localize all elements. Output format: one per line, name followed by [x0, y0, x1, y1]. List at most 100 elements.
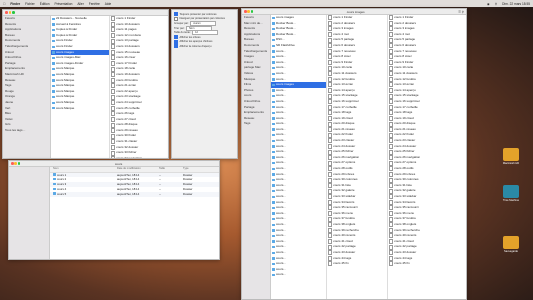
document-icon — [389, 166, 394, 172]
menu-aller[interactable]: Aller — [77, 2, 83, 6]
folder-icon — [272, 262, 275, 266]
folder-icon — [52, 62, 55, 65]
folder-icon — [53, 182, 56, 186]
header-size[interactable]: Taille — [159, 167, 183, 172]
document-icon — [328, 261, 333, 267]
folder-icon — [272, 156, 275, 159]
document-icon — [328, 199, 333, 205]
zoom-button[interactable] — [17, 162, 21, 165]
toolbar-icons[interactable]: ☰ ⚲ — [458, 10, 464, 14]
document-icon — [389, 171, 394, 177]
minimize-button[interactable] — [8, 11, 11, 14]
folder-icon — [272, 217, 275, 221]
document-icon — [389, 32, 394, 38]
document-icon — [111, 38, 116, 44]
drive-icon[interactable] — [503, 236, 519, 249]
folder-icon — [52, 67, 55, 71]
drive-icon[interactable] — [503, 185, 519, 198]
document-icon — [111, 116, 116, 122]
document-icon — [328, 255, 333, 261]
checkbox-preview-column[interactable] — [174, 44, 178, 49]
header-kind[interactable]: Type — [183, 167, 213, 172]
menu-edition[interactable]: Édition — [40, 2, 50, 6]
cell-size: -- — [159, 191, 161, 196]
close-button[interactable] — [11, 162, 14, 165]
folder-icon — [52, 51, 55, 54]
text-size-select[interactable]: 12 — [192, 30, 219, 36]
table-row[interactable]: cours 5 aujourd'hui, 18:14 -- Dossier — [50, 191, 219, 197]
document-icon — [389, 99, 394, 105]
menu-finder[interactable]: Finder — [10, 2, 20, 6]
checkbox-navigate[interactable] — [174, 16, 178, 21]
folder-icon — [272, 27, 275, 31]
document-icon — [328, 71, 333, 77]
checkbox-icon-preview[interactable] — [174, 39, 178, 44]
document-icon — [328, 20, 333, 26]
window-title: cours — [114, 161, 123, 166]
minimize-button[interactable] — [14, 162, 17, 165]
checkbox-columns[interactable] — [174, 12, 178, 17]
document-icon — [111, 44, 116, 50]
wifi-icon[interactable]: ◉ — [487, 2, 490, 6]
document-icon — [111, 33, 116, 39]
document-icon — [389, 82, 394, 88]
list-item[interactable]: cours 45 fin — [327, 261, 387, 267]
zoom-button[interactable] — [250, 10, 254, 13]
document-icon — [328, 138, 333, 144]
header-date[interactable]: Date de modification — [117, 167, 159, 172]
document-icon — [328, 250, 333, 256]
document-icon — [111, 49, 116, 55]
sidebar-item[interactable]: Tags — [242, 121, 270, 127]
folder-icon — [272, 89, 275, 92]
document-icon — [389, 227, 394, 233]
document-icon — [328, 82, 333, 88]
menu-aide[interactable]: Aide — [105, 2, 111, 6]
folder-icon — [52, 17, 55, 20]
document-icon — [328, 227, 333, 233]
zoom-button[interactable] — [12, 11, 15, 14]
document-icon — [328, 216, 333, 222]
menu-presentation[interactable]: Présentation — [54, 2, 72, 6]
clock[interactable]: Dim. 22 mars 18:55 — [502, 2, 530, 6]
list-item[interactable]: cours... — [271, 272, 326, 278]
document-icon — [328, 110, 333, 116]
folder-icon — [52, 73, 55, 76]
list-item[interactable]: cours Marque — [51, 106, 109, 112]
document-icon — [389, 149, 394, 155]
folder-icon — [272, 201, 275, 204]
sidebar-item[interactable]: Tous les tags… — [3, 128, 50, 134]
folder-icon — [272, 162, 275, 165]
finder-window-right: cours images ☰ ⚲ Favoris Mac mini de... Ré… — [241, 8, 467, 300]
document-icon — [389, 121, 394, 127]
folder-icon — [272, 16, 275, 19]
drive-icon[interactable] — [503, 148, 519, 161]
document-icon — [111, 61, 116, 67]
document-icon — [328, 239, 333, 245]
list-item[interactable]: cours 34 navigation — [110, 156, 168, 158]
document-icon — [389, 155, 394, 161]
search-icon[interactable]: ⚲ — [495, 2, 497, 6]
close-button[interactable] — [244, 10, 247, 13]
header-name[interactable]: Nom — [50, 167, 117, 172]
document-icon — [111, 100, 116, 106]
folder-icon — [272, 117, 275, 120]
folder-icon — [272, 234, 275, 238]
column-1: 22 Dossiers... Nouvelle Accueil à Fenêtre… — [51, 16, 110, 158]
close-button[interactable] — [5, 11, 8, 14]
list-item[interactable]: cours 45 fin — [388, 261, 466, 267]
folder-icon — [272, 257, 275, 260]
document-icon — [389, 183, 394, 189]
menu-fichier[interactable]: Fichier — [25, 2, 35, 6]
cell-kind: Dossier — [183, 191, 193, 196]
column-1: cours images Docker Book... Docker Book...… — [271, 15, 327, 299]
document-icon — [328, 60, 333, 66]
document-icon — [328, 32, 333, 38]
minimize-button[interactable] — [247, 10, 250, 13]
document-icon — [389, 250, 394, 256]
column-2: cours 1 Finder cours 10 dossiers cours 11 … — [110, 16, 168, 158]
checkbox-icons[interactable] — [174, 35, 178, 40]
menu-fenetre[interactable]: Fenêtre — [89, 2, 100, 6]
apple-menu-icon[interactable]:  — [3, 2, 5, 6]
document-icon — [328, 88, 333, 94]
document-icon — [328, 65, 333, 71]
